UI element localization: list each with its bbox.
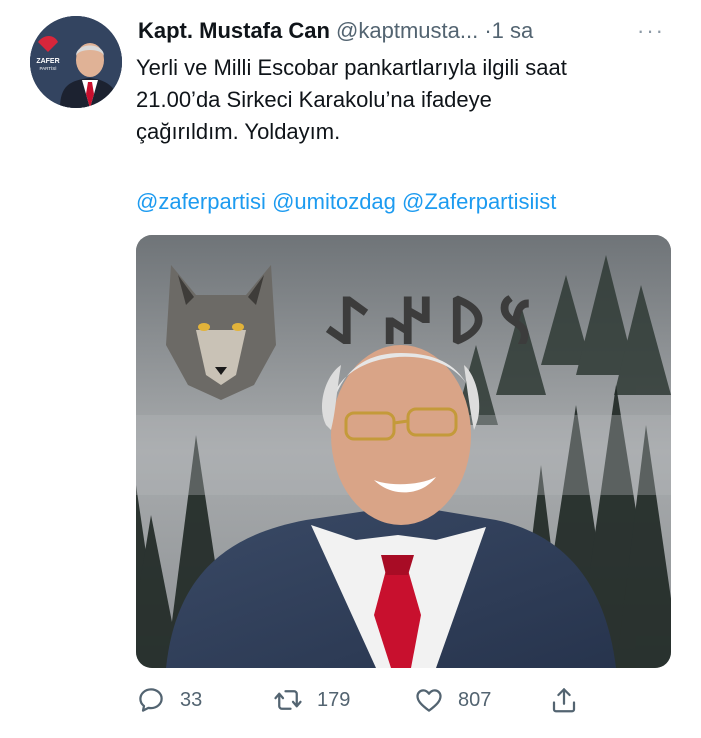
like-button[interactable]: 807 <box>414 678 491 722</box>
avatar-image: ZAFER PARTİSİ <box>30 16 122 108</box>
media-overlay-glyphs: 𐰽𐰖𐰤𐰀 <box>325 285 546 359</box>
tweet-text-line: çağırıldım. Yoldayım. <box>136 119 341 144</box>
mentions-line: @zaferpartisi @umitozdag @Zaferpartisiis… <box>136 186 676 218</box>
tweet-text-line: Yerli ve Milli Escobar pankartlarıyla il… <box>136 55 567 80</box>
mention-link[interactable]: @Zaferpartisiist <box>402 189 556 214</box>
more-options-icon[interactable]: ··· <box>634 14 668 48</box>
retweet-button[interactable]: 179 <box>273 678 350 722</box>
avatar-party-label: ZAFER <box>36 58 59 65</box>
tweet-time[interactable]: 1 sa <box>492 18 534 43</box>
tweet-text: Yerli ve Milli Escobar pankartlarıyla il… <box>136 52 676 148</box>
tweet: ZAFER PARTİSİ Kapt. Mustafa Can @kaptmus… <box>0 0 701 738</box>
media-photo: 𐰽𐰖𐰤𐰀 <box>136 235 671 668</box>
avatar-party-sub: PARTİSİ <box>39 65 56 71</box>
author-name[interactable]: Kapt. Mustafa Can <box>138 18 330 43</box>
reply-count: 33 <box>180 688 203 711</box>
share-icon <box>552 688 576 713</box>
avatar[interactable]: ZAFER PARTİSİ <box>30 16 122 108</box>
retweet-icon <box>274 690 302 710</box>
tweet-header: Kapt. Mustafa Can @kaptmusta... ·1 sa ··… <box>138 14 678 48</box>
mention-link[interactable]: @zaferpartisi <box>136 189 266 214</box>
tweet-actions: 33 179 807 <box>136 678 596 722</box>
reply-icon <box>139 688 163 712</box>
reply-button[interactable]: 33 <box>136 678 202 722</box>
retweet-count: 179 <box>317 688 351 711</box>
mention-link[interactable]: @umitozdag <box>272 189 396 214</box>
author-handle[interactable]: @kaptmusta... <box>336 18 478 43</box>
separator-dot: · <box>484 18 492 43</box>
like-count: 807 <box>458 688 492 711</box>
tweet-text-line: 21.00’da Sirkeci Karakolu’na ifadeye <box>136 87 492 112</box>
tweet-media-image[interactable]: 𐰽𐰖𐰤𐰀 <box>136 235 671 668</box>
heart-icon <box>416 689 442 712</box>
share-button[interactable] <box>549 678 579 722</box>
